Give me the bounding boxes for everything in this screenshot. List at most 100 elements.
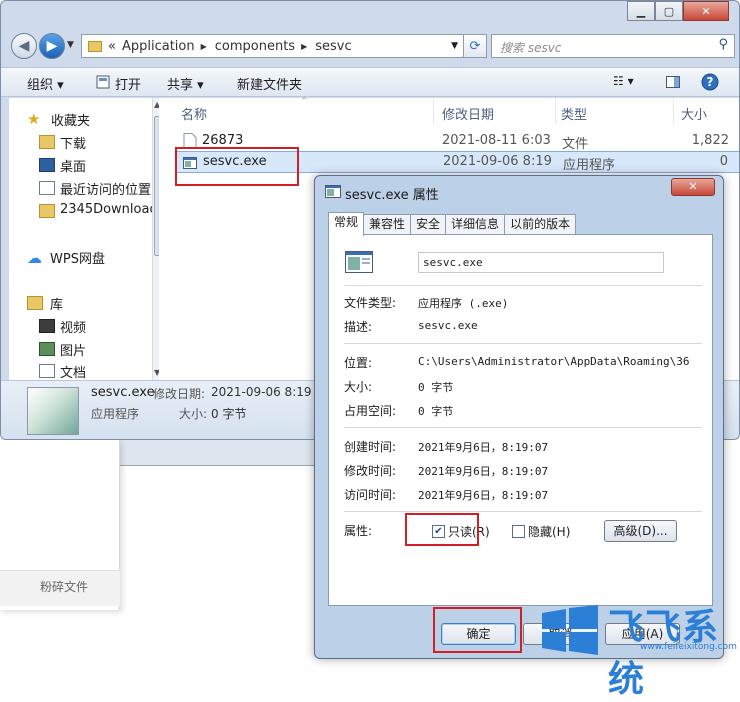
- cloud-icon: ☁: [27, 249, 42, 267]
- column-header-date[interactable]: 修改日期: [442, 104, 494, 123]
- location-value: C:\Users\Administrator\AppData\Roaming\3…: [418, 355, 690, 368]
- details-file-name: sesvc.exe: [91, 385, 155, 400]
- folder-icon: [39, 204, 55, 218]
- column-divider[interactable]: [673, 98, 674, 124]
- nav-wps-drive[interactable]: WPS网盘: [50, 248, 105, 267]
- nav-pictures[interactable]: 图片: [60, 340, 86, 359]
- forward-button[interactable]: ▶: [39, 33, 65, 59]
- star-icon: ★: [27, 110, 41, 128]
- back-button[interactable]: ◀: [11, 33, 37, 59]
- dialog-title: sesvc.exe 属性: [345, 188, 439, 203]
- divider: [344, 343, 702, 344]
- general-tab-panel: sesvc.exe 文件类型: 应用程序 (.exe) 描述: sesvc.ex…: [328, 234, 713, 606]
- breadcrumb-chevron-icon[interactable]: ▶: [201, 42, 207, 51]
- library-icon: [27, 296, 43, 310]
- disk-size-label: 占用空间:: [344, 404, 397, 418]
- disk-size-value: 0 字节: [418, 405, 454, 418]
- column-divider[interactable]: [555, 98, 556, 124]
- hidden-checkbox[interactable]: [512, 525, 525, 538]
- nav-2345downloads[interactable]: 2345Downloac: [60, 202, 157, 217]
- accessed-label: 访问时间:: [344, 488, 397, 502]
- nav-favorites[interactable]: 收藏夹: [51, 110, 90, 129]
- nav-downloads[interactable]: 下载: [60, 133, 86, 152]
- folder-icon: [88, 40, 102, 52]
- nav-desktop[interactable]: 桌面: [60, 156, 86, 175]
- close-button[interactable]: ✕: [683, 1, 729, 21]
- nav-videos[interactable]: 视频: [60, 317, 86, 336]
- address-dropdown-icon[interactable]: ▼: [451, 41, 458, 51]
- description-label: 描述:: [344, 320, 373, 334]
- shred-file-button[interactable]: 粉碎文件: [28, 575, 100, 599]
- file-type: 文件: [562, 137, 589, 152]
- breadcrumb-chevron-icon[interactable]: ▶: [301, 42, 307, 51]
- preview-pane-icon[interactable]: [665, 74, 681, 90]
- column-header-name[interactable]: 名称: [181, 104, 207, 123]
- downloads-folder-icon: [39, 135, 55, 149]
- divider: [344, 285, 702, 286]
- application-icon: [325, 185, 341, 198]
- nav-documents[interactable]: 文档: [60, 362, 86, 381]
- maximize-button[interactable]: ▢: [655, 1, 683, 21]
- share-menu[interactable]: 共享 ▾: [167, 74, 204, 93]
- details-modified-value: 2021-09-06 8:19: [211, 385, 312, 399]
- divider: [344, 427, 702, 428]
- file-name: 26873: [202, 133, 244, 148]
- nav-recent[interactable]: 最近访问的位置: [60, 179, 151, 198]
- documents-icon: [39, 364, 55, 378]
- created-label: 创建时间:: [344, 440, 397, 454]
- new-folder-button[interactable]: 新建文件夹: [237, 74, 302, 93]
- sort-indicator-icon: ^: [301, 96, 308, 105]
- description-value: sesvc.exe: [418, 319, 478, 332]
- hidden-label[interactable]: 隐藏(H): [528, 523, 570, 540]
- view-options-icon[interactable]: ☷ ▾: [613, 74, 634, 88]
- dialog-tabs: 常规 兼容性 安全 详细信息 以前的版本: [328, 212, 577, 236]
- watermark-logo: [542, 605, 598, 655]
- tab-security[interactable]: 安全: [410, 214, 447, 235]
- column-header-size[interactable]: 大小: [681, 104, 707, 123]
- tab-general[interactable]: 常规: [328, 212, 365, 236]
- modified-label: 修改时间:: [344, 464, 397, 478]
- toolbar: 组织 ▾ 打开 共享 ▾ 新建文件夹 ☷ ▾ ?: [1, 67, 739, 97]
- recent-pages-dropdown[interactable]: ▼: [67, 40, 74, 50]
- file-thumbnail: [27, 387, 79, 435]
- breadcrumb-overflow[interactable]: «: [108, 39, 116, 54]
- organize-menu[interactable]: 组织 ▾: [27, 74, 64, 93]
- window-controls: ▁ ▢ ✕: [627, 1, 729, 21]
- minimize-button[interactable]: ▁: [627, 1, 655, 21]
- file-size: 0: [719, 154, 728, 169]
- file-date: 2021-09-06 8:19: [443, 154, 552, 169]
- file-type: 应用程序: [563, 158, 616, 173]
- tab-details[interactable]: 详细信息: [445, 214, 506, 235]
- address-bar[interactable]: « Application ▶ components ▶ sesvc ▼: [81, 34, 481, 58]
- tab-compatibility[interactable]: 兼容性: [363, 214, 412, 235]
- search-placeholder: 搜索 sesvc: [500, 41, 562, 55]
- highlight-box: [405, 513, 479, 546]
- refresh-button[interactable]: ⟳: [463, 34, 487, 58]
- divider: [344, 511, 702, 512]
- column-divider[interactable]: [433, 98, 434, 124]
- nav-library[interactable]: 库: [50, 294, 63, 313]
- breadcrumb-application[interactable]: Application: [122, 39, 195, 54]
- breadcrumb-sesvc[interactable]: sesvc: [315, 39, 351, 54]
- search-input[interactable]: 搜索 sesvc ⚲: [491, 34, 735, 58]
- column-header-type[interactable]: 类型: [561, 104, 587, 123]
- open-button[interactable]: 打开: [115, 74, 141, 93]
- file-size: 1,822: [691, 133, 729, 148]
- svg-text:?: ?: [707, 75, 714, 89]
- file-name-field[interactable]: sesvc.exe: [418, 252, 664, 273]
- search-icon[interactable]: ⚲: [718, 37, 728, 52]
- advanced-button[interactable]: 高级(D)...: [604, 520, 677, 542]
- dialog-close-button[interactable]: ✕: [671, 178, 715, 196]
- properties-dialog: sesvc.exe 属性 ✕ 常规 兼容性 安全 详细信息 以前的版本 sesv…: [314, 175, 724, 659]
- modified-value: 2021年9月6日，8:19:07: [418, 465, 549, 478]
- details-size-label: 大小:: [179, 407, 208, 421]
- breadcrumb-components[interactable]: components: [215, 39, 295, 54]
- location-label: 位置:: [344, 356, 373, 370]
- tab-previous-versions[interactable]: 以前的版本: [504, 214, 577, 235]
- created-value: 2021年9月6日，8:19:07: [418, 441, 549, 454]
- details-file-type: 应用程序: [91, 407, 140, 421]
- help-icon[interactable]: ?: [701, 73, 719, 91]
- accessed-value: 2021年9月6日，8:19:07: [418, 489, 549, 502]
- desktop-icon: [39, 158, 55, 172]
- watermark-url: www.feifeixitong.com: [640, 642, 737, 652]
